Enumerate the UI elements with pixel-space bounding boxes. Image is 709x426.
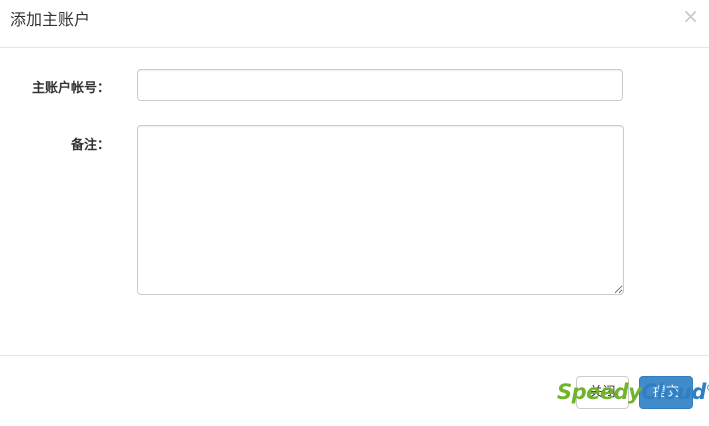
modal-header: 添加主账户 × bbox=[0, 0, 709, 48]
close-icon[interactable]: × bbox=[682, 6, 699, 26]
remark-label: 备注： bbox=[70, 138, 110, 153]
account-label: 主账户帐号： bbox=[31, 81, 110, 96]
account-input[interactable] bbox=[137, 69, 623, 101]
remark-textarea[interactable] bbox=[137, 125, 624, 295]
modal-title: 添加主账户 bbox=[10, 10, 91, 29]
modal-footer: 关闭 提交 bbox=[0, 355, 709, 426]
add-main-account-dialog: 添加主账户 × 主账户帐号： 备注： 关闭 提交 SpeedyCloud® bbox=[0, 0, 709, 425]
close-button[interactable]: 关闭 bbox=[576, 376, 629, 409]
submit-button[interactable]: 提交 bbox=[639, 376, 693, 409]
